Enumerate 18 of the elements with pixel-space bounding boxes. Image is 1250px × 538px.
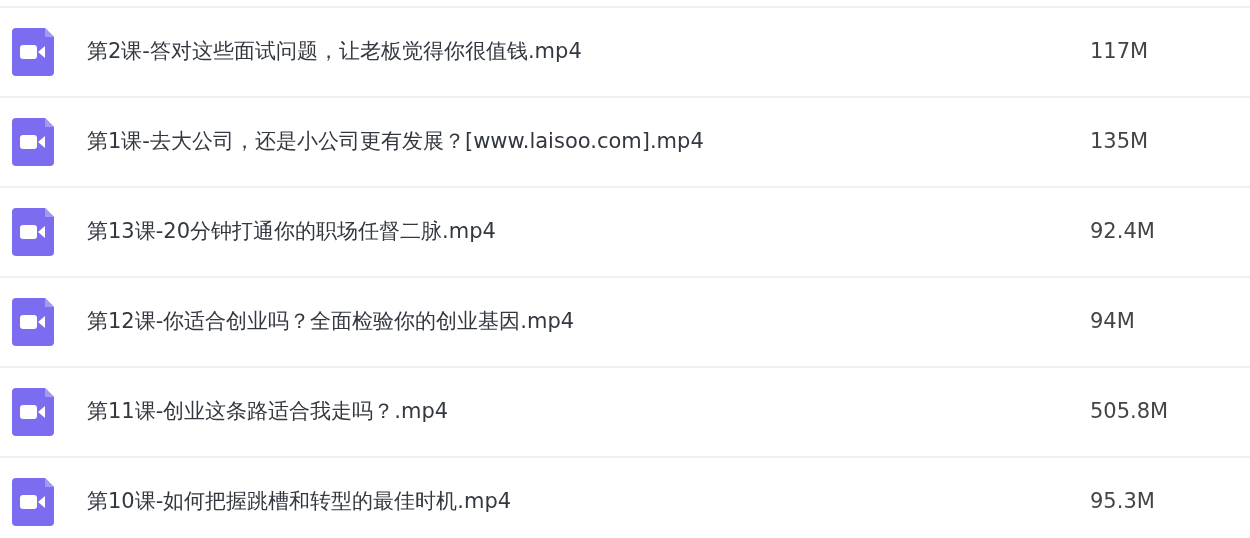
file-name: 第13课-20分钟打通你的职场任督二脉.mp4 [87, 218, 497, 246]
file-size: 117M [1090, 38, 1149, 66]
file-size: 135M [1090, 128, 1149, 156]
video-file-icon [12, 478, 54, 526]
file-size: 505.8M [1090, 398, 1169, 426]
file-size: 95.3M [1090, 488, 1155, 516]
video-file-icon [12, 208, 54, 256]
video-file-icon [12, 28, 54, 76]
video-file-icon [12, 388, 54, 436]
video-file-icon [12, 118, 54, 166]
file-size: 92.4M [1090, 218, 1155, 246]
file-name: 第1课-去大公司，还是小公司更有发展？[www.laisoo.com].mp4 [87, 128, 705, 156]
file-name: 第10课-如何把握跳槽和转型的最佳时机.mp4 [87, 488, 513, 516]
video-file-icon [12, 298, 54, 346]
file-name: 第2课-答对这些面试问题，让老板觉得你很值钱.mp4 [87, 38, 583, 66]
file-size: 94M [1090, 308, 1135, 336]
file-name: 第11课-创业这条路适合我走吗？.mp4 [87, 398, 450, 426]
file-name: 第12课-你适合创业吗？全面检验你的创业基因.mp4 [87, 308, 576, 336]
